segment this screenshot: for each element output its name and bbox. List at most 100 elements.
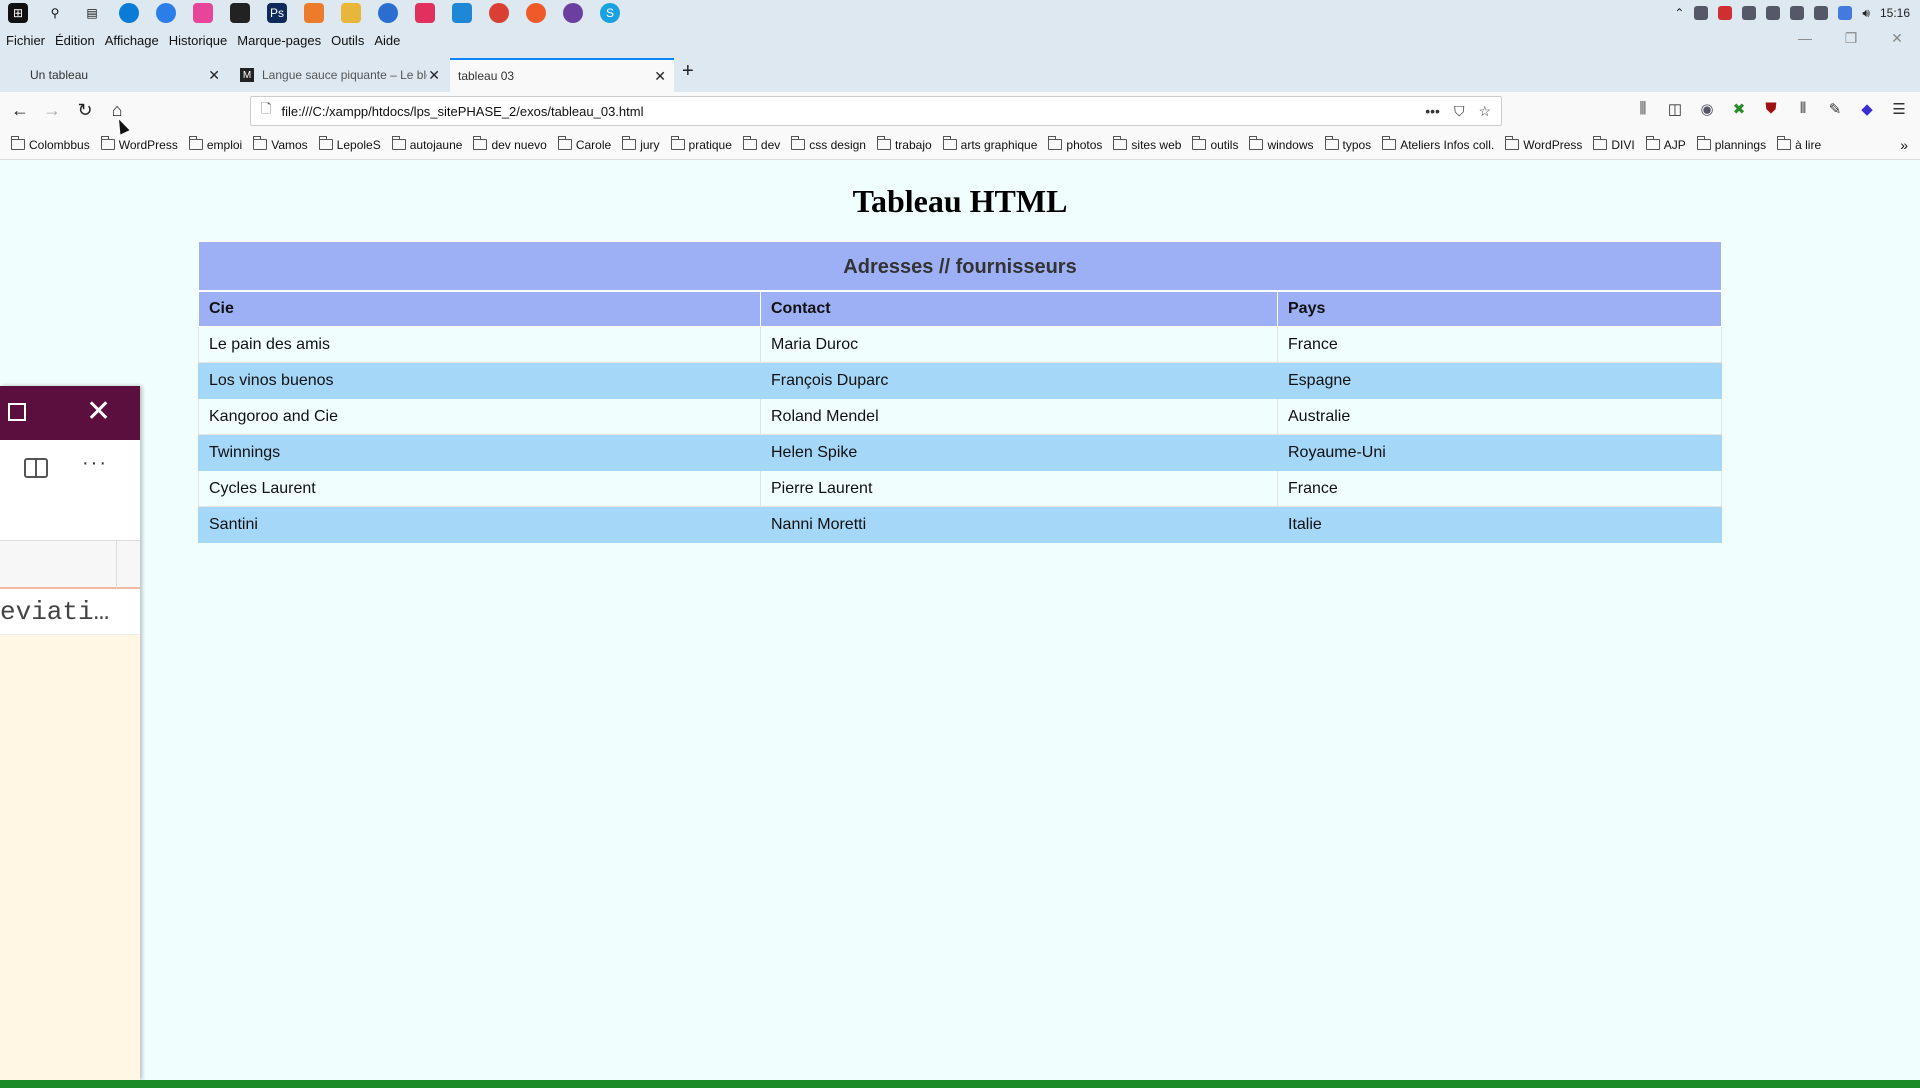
page-actions-icon[interactable]: ••• <box>1425 103 1440 120</box>
close-tab-icon[interactable]: ✕ <box>654 68 666 85</box>
menu-marque-pages[interactable]: Marque-pages <box>237 33 321 48</box>
bookmark-folder[interactable]: typos <box>1324 136 1372 152</box>
chevron-up-icon[interactable]: ⌃ <box>1674 6 1684 20</box>
bookmark-label: dev <box>760 137 781 152</box>
bookmark-folder[interactable]: Colombbus <box>11 136 90 152</box>
bookmark-folder[interactable]: css design <box>791 136 866 152</box>
chrome-icon[interactable] <box>489 3 509 23</box>
forward-arrow-icon[interactable]: → <box>40 100 64 121</box>
task-view-icon[interactable]: ▤ <box>82 3 102 23</box>
acrobat-icon[interactable] <box>230 3 250 23</box>
close-tab-icon[interactable]: ✕ <box>208 67 220 84</box>
bookmark-folder[interactable]: sites web <box>1113 136 1181 152</box>
restore-icon[interactable]: ❐ <box>1828 30 1874 47</box>
menu-edition[interactable]: Édition <box>55 33 95 48</box>
ruler-icon[interactable]: ⫴ <box>1794 100 1812 118</box>
bookmark-folder[interactable]: Vamos <box>253 136 308 152</box>
tab-un-tableau[interactable]: Un tableau ✕ <box>18 58 228 92</box>
bookmark-folder[interactable]: dev nuevo <box>473 136 547 152</box>
bookmark-folder[interactable]: pratique <box>670 136 732 152</box>
hamburger-menu-icon[interactable]: ☰ <box>1890 100 1908 118</box>
bookmark-folder[interactable]: windows <box>1249 136 1314 152</box>
bookmark-folder[interactable]: plannings <box>1696 136 1766 152</box>
bookmark-folder[interactable]: WordPress <box>1505 136 1582 152</box>
bookmark-folder[interactable]: jury <box>622 136 660 152</box>
reload-icon[interactable]: ↻ <box>73 100 97 121</box>
bluetooth-icon[interactable] <box>1838 6 1853 20</box>
bookmark-folder[interactable]: dev <box>742 136 781 152</box>
maximize-icon[interactable] <box>8 403 26 421</box>
bookmarks-overflow-icon[interactable]: » <box>1900 137 1908 153</box>
vpn-icon[interactable] <box>1814 6 1829 20</box>
app-icon-pink[interactable] <box>193 3 213 23</box>
usb-icon[interactable] <box>1742 6 1757 20</box>
bookmark-folder[interactable]: arts graphique <box>942 136 1037 152</box>
windows-start-icon[interactable]: ⊞ <box>8 3 28 23</box>
menu-aide[interactable]: Aide <box>374 33 400 48</box>
minimize-icon[interactable]: — <box>1782 30 1828 47</box>
new-tab-button[interactable]: + <box>682 60 694 83</box>
tab-langue-sauce-piquante[interactable]: M Langue sauce piquante – Le blo ✕ <box>228 58 448 92</box>
close-tab-icon[interactable]: ✕ <box>428 67 440 84</box>
table-cell: Los vinos buenos <box>198 362 761 399</box>
bookmark-folder[interactable]: Ateliers Infos coll. <box>1382 136 1494 152</box>
mcafee-icon[interactable] <box>1718 6 1733 20</box>
dropbox-icon[interactable] <box>1694 6 1709 20</box>
vscode-icon[interactable] <box>452 3 472 23</box>
menu-fichier[interactable]: Fichier <box>6 33 45 48</box>
tab-tableau-03[interactable]: tableau 03 ✕ <box>450 58 674 92</box>
eyedropper-icon[interactable]: ✎ <box>1826 100 1844 118</box>
table-header-row: Cie Contact Pays <box>198 291 1722 327</box>
bookmark-folder[interactable]: photos <box>1048 136 1102 152</box>
close-icon[interactable]: ✕ <box>86 394 111 430</box>
ublock-icon[interactable]: ⛊ <box>1762 100 1780 118</box>
search-icon[interactable]: ⚲ <box>45 3 65 23</box>
table-row: Los vinos buenos François Duparc Espagne <box>198 362 1722 399</box>
back-arrow-icon[interactable]: ← <box>8 100 32 121</box>
bookmark-folder[interactable]: AJP <box>1645 136 1686 152</box>
photoshop-icon[interactable]: Ps <box>267 3 287 23</box>
home-icon[interactable]: ⌂ <box>105 100 129 121</box>
address-bar[interactable]: 🗋︎ file:///C:/xampp/htdocs/lps_sitePHASE… <box>250 96 1502 126</box>
bookmark-folder[interactable]: emploi <box>188 136 242 152</box>
bookmark-folder[interactable]: DIVI <box>1593 136 1635 152</box>
clock[interactable]: 15:16 <box>1880 6 1910 20</box>
pocket-icon[interactable]: ⛉ <box>1454 103 1465 120</box>
battery-icon[interactable] <box>1766 6 1781 20</box>
library-icon[interactable]: ⫼ <box>1634 100 1652 118</box>
slack-icon[interactable] <box>415 3 435 23</box>
folder-icon <box>791 136 806 150</box>
close-window-icon[interactable]: ✕ <box>1874 30 1920 47</box>
firefox-icon[interactable] <box>526 3 546 23</box>
extension-cross-icon[interactable]: ✖ <box>1730 100 1748 118</box>
app-icon-orange[interactable] <box>304 3 324 23</box>
bookmark-label: typos <box>1342 137 1372 152</box>
sidebar-icon[interactable]: ◫ <box>1666 100 1684 118</box>
network-icon[interactable] <box>1790 6 1805 20</box>
file-explorer-icon[interactable] <box>341 3 361 23</box>
menu-outils[interactable]: Outils <box>331 33 364 48</box>
bookmark-folder[interactable]: LepoleS <box>318 136 381 152</box>
menu-historique[interactable]: Historique <box>169 33 228 48</box>
bookmark-folder[interactable]: autojaune <box>391 136 462 152</box>
blog-favicon-icon: M <box>240 68 254 82</box>
menu-affichage[interactable]: Affichage <box>105 33 159 48</box>
skype-icon[interactable]: S <box>600 3 620 23</box>
bookmark-folder[interactable]: Carole <box>557 136 611 152</box>
extension-icon[interactable]: ◉ <box>1698 100 1716 118</box>
github-icon[interactable] <box>378 3 398 23</box>
app-icon-blue[interactable] <box>156 3 176 23</box>
overlapping-app-window[interactable]: ✕ ··· eviati… <box>0 386 140 1080</box>
volume-icon[interactable]: 🔊︎ <box>1862 6 1870 21</box>
bookmark-folder[interactable]: WordPress <box>100 136 178 152</box>
split-view-icon[interactable] <box>24 458 48 478</box>
bookmark-folder[interactable]: trabajo <box>876 136 932 152</box>
url-text[interactable]: file:///C:/xampp/htdocs/lps_sitePHASE_2/… <box>281 104 643 119</box>
bookmark-folder[interactable]: à lire <box>1777 136 1821 152</box>
edge-icon[interactable] <box>119 3 139 23</box>
app-icon-purple[interactable] <box>563 3 583 23</box>
more-options-icon[interactable]: ··· <box>82 452 108 475</box>
extension-diamond-icon[interactable]: ◆ <box>1858 100 1876 118</box>
bookmark-folder[interactable]: outils <box>1192 136 1238 152</box>
bookmark-star-icon[interactable]: ☆ <box>1478 103 1491 120</box>
